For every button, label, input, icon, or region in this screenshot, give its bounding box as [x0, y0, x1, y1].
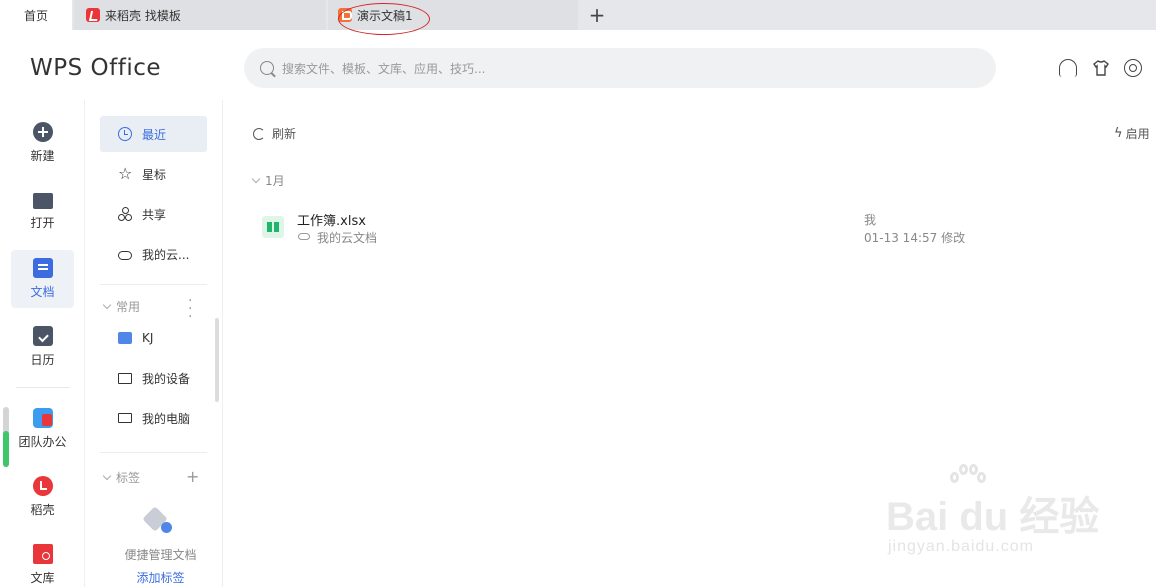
docer-icon: [32, 476, 53, 496]
tab-bar: 首页 来稻壳 找模板 演示文稿1 +: [0, 0, 1156, 30]
new-tab-button[interactable]: +: [586, 4, 608, 26]
nav-docer-label: 稻壳: [30, 503, 55, 517]
nav-new-label: 新建: [30, 149, 55, 163]
sub-shared-label: 共享: [142, 207, 167, 222]
sub-device-label: 我的设备: [142, 371, 191, 386]
sub-pc[interactable]: 我的电脑: [100, 400, 207, 436]
annotation-ellipse: [338, 3, 430, 35]
search-bar[interactable]: 搜索文件、模板、文库、应用、技巧...: [244, 48, 996, 88]
lightning-icon: ϟ: [1114, 126, 1123, 141]
watermark-url: jingyan.baidu.com: [888, 538, 1034, 555]
sub-divider: [100, 452, 207, 453]
nav-library-label: 文库: [30, 571, 55, 585]
star-icon: ☆: [118, 164, 133, 183]
share-icon: [118, 207, 132, 221]
sub-divider: [100, 284, 207, 285]
sub-shared[interactable]: 共享: [100, 196, 207, 232]
column-divider: [222, 100, 223, 587]
search-placeholder: 搜索文件、模板、文库、应用、技巧...: [282, 61, 486, 76]
sub-recent-label: 最近: [142, 127, 167, 142]
spreadsheet-icon: [262, 216, 284, 238]
chevron-down-icon: [251, 174, 261, 184]
baidu-jingyan-watermark: Bai du 经验 jingyan.baidu.com: [886, 464, 1116, 570]
more-vertical-icon[interactable]: · · ·: [188, 294, 192, 324]
sub-cloud-label: 我的云...: [142, 247, 190, 262]
sub-cloud[interactable]: 我的云...: [100, 236, 207, 272]
nav-calendar[interactable]: 日历: [11, 318, 74, 376]
settings-gear-icon[interactable]: [1124, 59, 1142, 77]
wps-logo: WPS Office: [30, 55, 162, 81]
nav-docs-label: 文档: [30, 285, 55, 299]
tab-docer-label: 来稻壳 找模板: [105, 8, 181, 23]
calendar-icon: [32, 326, 53, 346]
document-icon: [32, 258, 53, 278]
search-icon: [260, 61, 274, 75]
device-icon: [118, 372, 132, 384]
launch-button[interactable]: ϟ 启用: [1114, 125, 1150, 142]
add-tag-link[interactable]: 添加标签: [100, 569, 221, 586]
plus-circle-icon: [32, 122, 53, 142]
file-owner: 我: [864, 213, 877, 227]
month-group-header[interactable]: 1月: [251, 172, 285, 189]
refresh-label: 刷新: [272, 127, 297, 141]
tab-docer-templates[interactable]: 来稻壳 找模板: [74, 0, 326, 30]
sub-device[interactable]: 我的设备: [100, 360, 207, 396]
skin-icon[interactable]: [1092, 59, 1110, 77]
refresh-icon: [253, 127, 265, 140]
nav-open-label: 打开: [30, 216, 55, 230]
add-tag-icon[interactable]: +: [186, 467, 199, 486]
folder-icon: [32, 193, 53, 209]
docer-icon: [86, 8, 100, 22]
cloud-icon: [298, 233, 310, 240]
sub-scrollbar[interactable]: [215, 318, 219, 402]
sub-kj-label: KJ: [142, 331, 154, 345]
chevron-down-icon: [102, 300, 112, 310]
nav-divider: [16, 387, 70, 388]
launch-label: 启用: [1125, 127, 1150, 141]
file-modified-time: 01-13 14:57 修改: [864, 231, 966, 245]
nav-calendar-label: 日历: [30, 353, 55, 367]
nav-open[interactable]: 打开: [11, 182, 74, 240]
nav-library[interactable]: 文库: [11, 536, 74, 587]
refresh-button[interactable]: 刷新: [253, 125, 296, 142]
tags-header-label: 标签: [116, 471, 141, 485]
tags-section-header[interactable]: 标签: [102, 469, 141, 486]
tab-home-label: 首页: [23, 8, 48, 23]
nav-team[interactable]: 团队办公: [11, 400, 74, 458]
nav-docs[interactable]: 文档: [11, 250, 74, 308]
clock-icon: [118, 127, 132, 141]
cloud-icon: [118, 251, 132, 260]
tab-home[interactable]: 首页: [0, 0, 72, 30]
watermark-main: Bai du 经验: [886, 495, 1100, 539]
nav-team-label: 团队办公: [18, 435, 67, 449]
nav-new[interactable]: 新建: [11, 114, 74, 172]
file-row[interactable]: 工作簿.xlsx 我的云文档 我 01-13 14:57 修改: [250, 204, 1156, 250]
file-location: 我的云文档: [317, 231, 378, 245]
column-divider: [84, 100, 85, 587]
nav-scroll-indicator[interactable]: [3, 407, 9, 467]
headset-icon[interactable]: [1059, 59, 1077, 77]
chevron-down-icon: [102, 471, 112, 481]
team-icon: [32, 408, 53, 428]
sub-starred[interactable]: ☆ 星标: [100, 156, 207, 192]
common-header-label: 常用: [116, 300, 141, 314]
tag-empty-text: 便捷管理文档: [124, 548, 197, 562]
sub-pc-label: 我的电脑: [142, 411, 191, 426]
month-label: 1月: [265, 174, 285, 188]
tag-illustration-icon: [146, 508, 174, 534]
common-section-header[interactable]: 常用: [102, 298, 141, 315]
computer-icon: [118, 413, 132, 423]
sub-starred-label: 星标: [142, 167, 167, 182]
sub-recent[interactable]: 最近: [100, 116, 207, 152]
sub-kj[interactable]: KJ: [100, 320, 207, 356]
nav-docer[interactable]: 稻壳: [11, 468, 74, 526]
folder-shortcut-icon: [118, 332, 132, 344]
library-icon: [32, 544, 53, 564]
file-name: 工作簿.xlsx: [297, 214, 366, 229]
